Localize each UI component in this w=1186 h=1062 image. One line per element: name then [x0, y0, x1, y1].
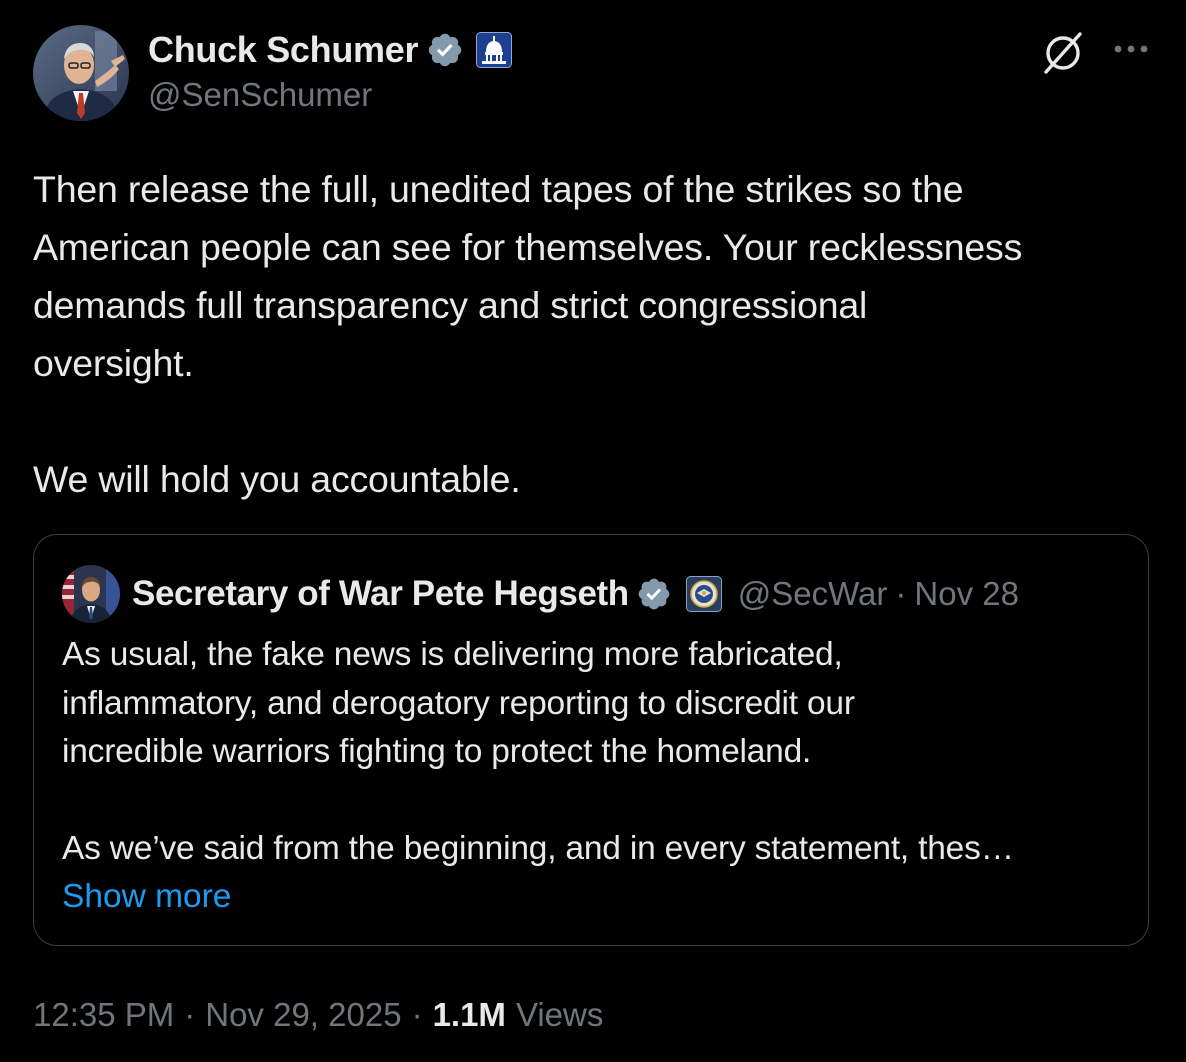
author-avatar[interactable]: [33, 25, 129, 121]
grok-icon: [1044, 32, 1082, 74]
quoted-display-name[interactable]: Secretary of War Pete Hegseth: [132, 574, 629, 614]
quoted-date[interactable]: Nov 28: [914, 575, 1019, 613]
quoted-tweet-text: As usual, the fake news is delivering mo…: [62, 636, 1014, 867]
secretary-portrait: [62, 565, 120, 623]
quoted-author-row: Secretary of War Pete Hegseth @SecWar · …: [132, 571, 1019, 617]
more-options-button[interactable]: [1108, 32, 1154, 66]
quoted-author-avatar[interactable]: [62, 565, 120, 623]
department-seal-icon[interactable]: [685, 576, 722, 612]
tweet-time[interactable]: 12:35 PM: [33, 996, 174, 1034]
tweet-text: Then release the full, unedited tapes of…: [33, 168, 1023, 500]
tweet-detail: Chuck Schumer @SenSchumer Then release t…: [0, 0, 1186, 1062]
quoted-tweet-card[interactable]: Secretary of War Pete Hegseth @SecWar · …: [33, 534, 1149, 946]
verified-badge-icon[interactable]: [426, 31, 464, 69]
show-more-link[interactable]: Show more: [62, 873, 231, 921]
grok-button[interactable]: [1038, 28, 1088, 78]
more-options-icon: [1114, 45, 1148, 53]
meta-separator: ·: [184, 996, 196, 1033]
capitol-dome-icon[interactable]: [476, 32, 513, 68]
quoted-handle[interactable]: @SecWar: [738, 575, 888, 613]
views-label: Views: [515, 996, 604, 1033]
author-handle[interactable]: @SenSchumer: [148, 76, 372, 114]
senator-portrait: [33, 25, 129, 121]
views-count[interactable]: 1.1M: [433, 996, 506, 1034]
verified-badge-icon[interactable]: [636, 576, 672, 612]
author-name-row: Chuck Schumer: [148, 28, 513, 72]
quoted-separator: ·: [895, 575, 907, 612]
author-display-name[interactable]: Chuck Schumer: [148, 29, 418, 71]
tweet-meta: 12:35 PM · Nov 29, 2025 · 1.1M Views: [33, 992, 603, 1038]
tweet-date[interactable]: Nov 29, 2025: [205, 996, 401, 1034]
meta-separator: ·: [411, 996, 423, 1033]
